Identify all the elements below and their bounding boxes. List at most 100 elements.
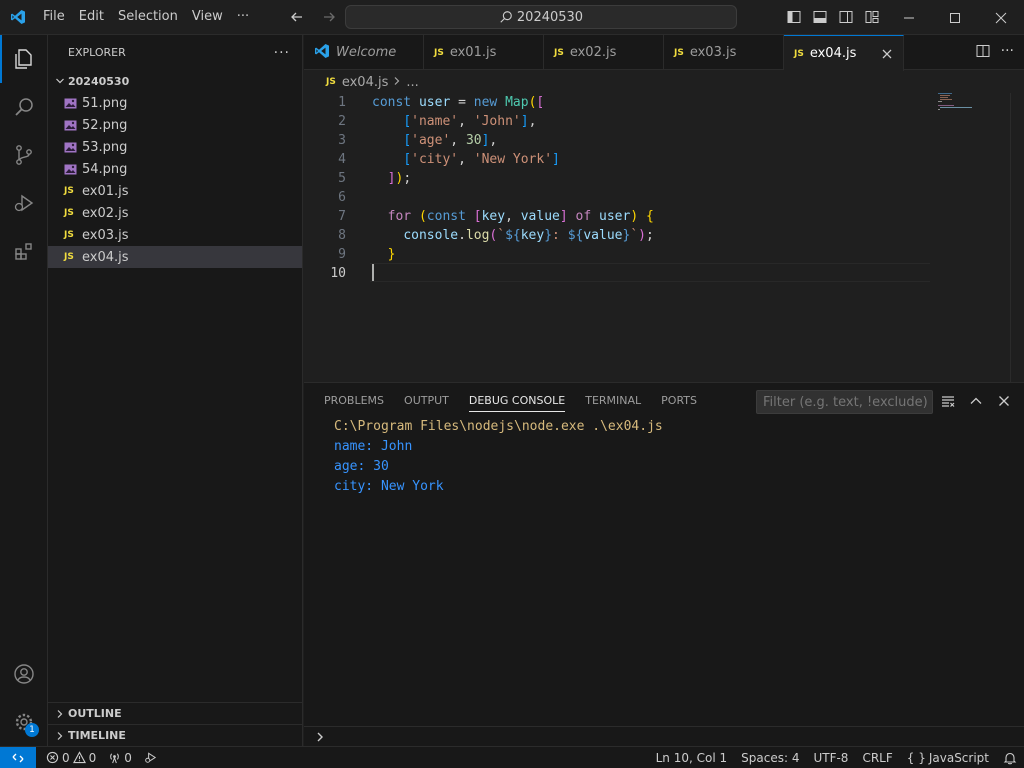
vscode-logo-icon [0,0,36,35]
file-item[interactable]: JS ex02.js [48,202,302,224]
run-debug-icon[interactable] [0,179,48,227]
accounts-icon[interactable] [0,650,48,698]
menu-selection[interactable]: Selection [111,6,185,28]
panel-tab-output[interactable]: OUTPUT [394,383,459,419]
code-editor[interactable]: 1 const user = new Map([ 2 ['name', 'John'… [304,93,1024,382]
minimap[interactable] [936,93,976,113]
tab-welcome[interactable]: Welcome [304,35,424,70]
code-line[interactable]: 4 ['city', 'New York'] [304,150,929,169]
language-mode[interactable]: { } JavaScript [900,747,996,768]
panel-tab-problems[interactable]: PROBLEMS [314,383,394,419]
tab-ex01-js[interactable]: JS ex01.js [424,35,544,70]
search-view-icon[interactable] [0,83,48,131]
close-panel-icon[interactable] [994,391,1014,411]
js-file-icon: JS [434,47,444,58]
debug-console-input[interactable] [304,726,1024,746]
code-text: for (const [key, value] of user) { [387,209,654,224]
file-item[interactable]: JS ex04.js [48,246,302,268]
panel-tab-ports[interactable]: PORTS [651,383,707,419]
file-item[interactable]: 54.png [48,158,302,180]
command-center-search[interactable]: 20240530 [345,5,737,29]
outline-section[interactable]: OUTLINE [48,702,303,724]
image-file-icon [64,98,82,109]
code-text: const user = new Map([ [372,95,545,110]
tab-label: ex02.js [569,45,617,60]
js-file-icon: JS [64,186,74,196]
file-item[interactable]: JS ex03.js [48,224,302,246]
explorer-more-button[interactable]: ··· [274,45,290,61]
console-command-line: C:\Program Files\nodejs\node.exe .\ex04.… [334,419,663,434]
file-item[interactable]: 51.png [48,92,302,114]
line-number: 7 [338,209,346,224]
status-bar: 0 0 0 Ln 10, Col 1 Spaces: 4 UTF-8 CRLF … [0,746,1024,768]
close-window-icon[interactable] [978,0,1024,35]
file-label: 51.png [82,95,128,111]
chevron-right-icon [392,75,402,90]
code-line[interactable]: 9 } [304,245,929,264]
code-line[interactable]: 8 console.log(`${key}: ${value}`); [304,226,929,245]
cursor-position[interactable]: Ln 10, Col 1 [649,747,735,768]
code-text: ['age', 30], [403,133,498,148]
code-line[interactable]: 5 ]); [304,169,929,188]
code-line[interactable]: 1 const user = new Map([ [304,93,929,112]
indentation[interactable]: Spaces: 4 [734,747,806,768]
file-label: ex04.js [82,249,129,265]
remote-indicator-icon[interactable] [0,746,36,768]
menu-more[interactable]: ··· [230,6,256,28]
code-line[interactable]: 6 [304,188,929,207]
image-file-icon [64,142,82,153]
file-item[interactable]: 52.png [48,114,302,136]
toggle-panel-icon[interactable] [809,6,831,28]
breadcrumb-file[interactable]: ex04.js [342,75,389,90]
tab-ex03-js[interactable]: JS ex03.js [664,35,784,70]
menu-view[interactable]: View [185,6,230,28]
breadcrumb-symbols[interactable]: ... [406,75,418,90]
vscode-logo-icon [314,43,330,63]
debug-status[interactable] [140,747,161,768]
panel-tab-debug-console[interactable]: DEBUG CONSOLE [459,383,575,419]
notifications-bell-icon[interactable] [996,747,1024,768]
editor-scrollbar[interactable] [1010,93,1024,382]
ports-status[interactable]: 0 [104,747,136,768]
customize-layout-icon[interactable] [861,6,883,28]
image-file-icon [64,120,82,131]
explorer-icon[interactable] [0,35,48,83]
debug-console-filter-input[interactable] [756,390,933,414]
chevron-right-icon [317,732,323,741]
file-label: 54.png [82,161,128,177]
more-actions-icon[interactable]: ··· [1001,43,1014,63]
js-file-icon: JS [794,48,804,59]
folder-root[interactable]: 20240530 [48,70,302,92]
line-number: 1 [338,95,346,110]
problems-status[interactable]: 0 0 [42,747,100,768]
file-item[interactable]: JS ex01.js [48,180,302,202]
chevron-down-icon [52,73,68,89]
tab-ex02-js[interactable]: JS ex02.js [544,35,664,70]
file-encoding[interactable]: UTF-8 [806,747,855,768]
menu-file[interactable]: File [36,6,72,28]
file-item[interactable]: 53.png [48,136,302,158]
code-line[interactable]: 2 ['name', 'John'], [304,112,929,131]
maximize-panel-icon[interactable] [966,391,986,411]
toggle-secondary-sidebar-icon[interactable] [835,6,857,28]
extensions-icon[interactable] [0,227,48,275]
forward-arrow-icon[interactable] [318,6,340,28]
maximize-icon[interactable] [932,0,978,35]
toggle-primary-sidebar-icon[interactable] [783,6,805,28]
timeline-section[interactable]: TIMELINE [48,724,303,746]
manage-gear-icon[interactable]: 1 [0,698,48,746]
menu-edit[interactable]: Edit [72,6,111,28]
panel-tab-terminal[interactable]: TERMINAL [575,383,651,419]
minimize-icon[interactable] [886,0,932,35]
end-of-line[interactable]: CRLF [855,747,899,768]
code-line[interactable]: 7 for (const [key, value] of user) { [304,207,929,226]
close-tab-icon[interactable] [879,46,895,62]
tab-ex04-js[interactable]: JS ex04.js [784,35,904,71]
code-text: ]); [387,171,412,186]
back-arrow-icon[interactable] [286,6,308,28]
source-control-icon[interactable] [0,131,48,179]
clear-console-icon[interactable] [938,391,958,411]
split-editor-icon[interactable] [975,43,991,63]
code-line[interactable]: 10 [304,264,929,283]
code-line[interactable]: 3 ['age', 30], [304,131,929,150]
